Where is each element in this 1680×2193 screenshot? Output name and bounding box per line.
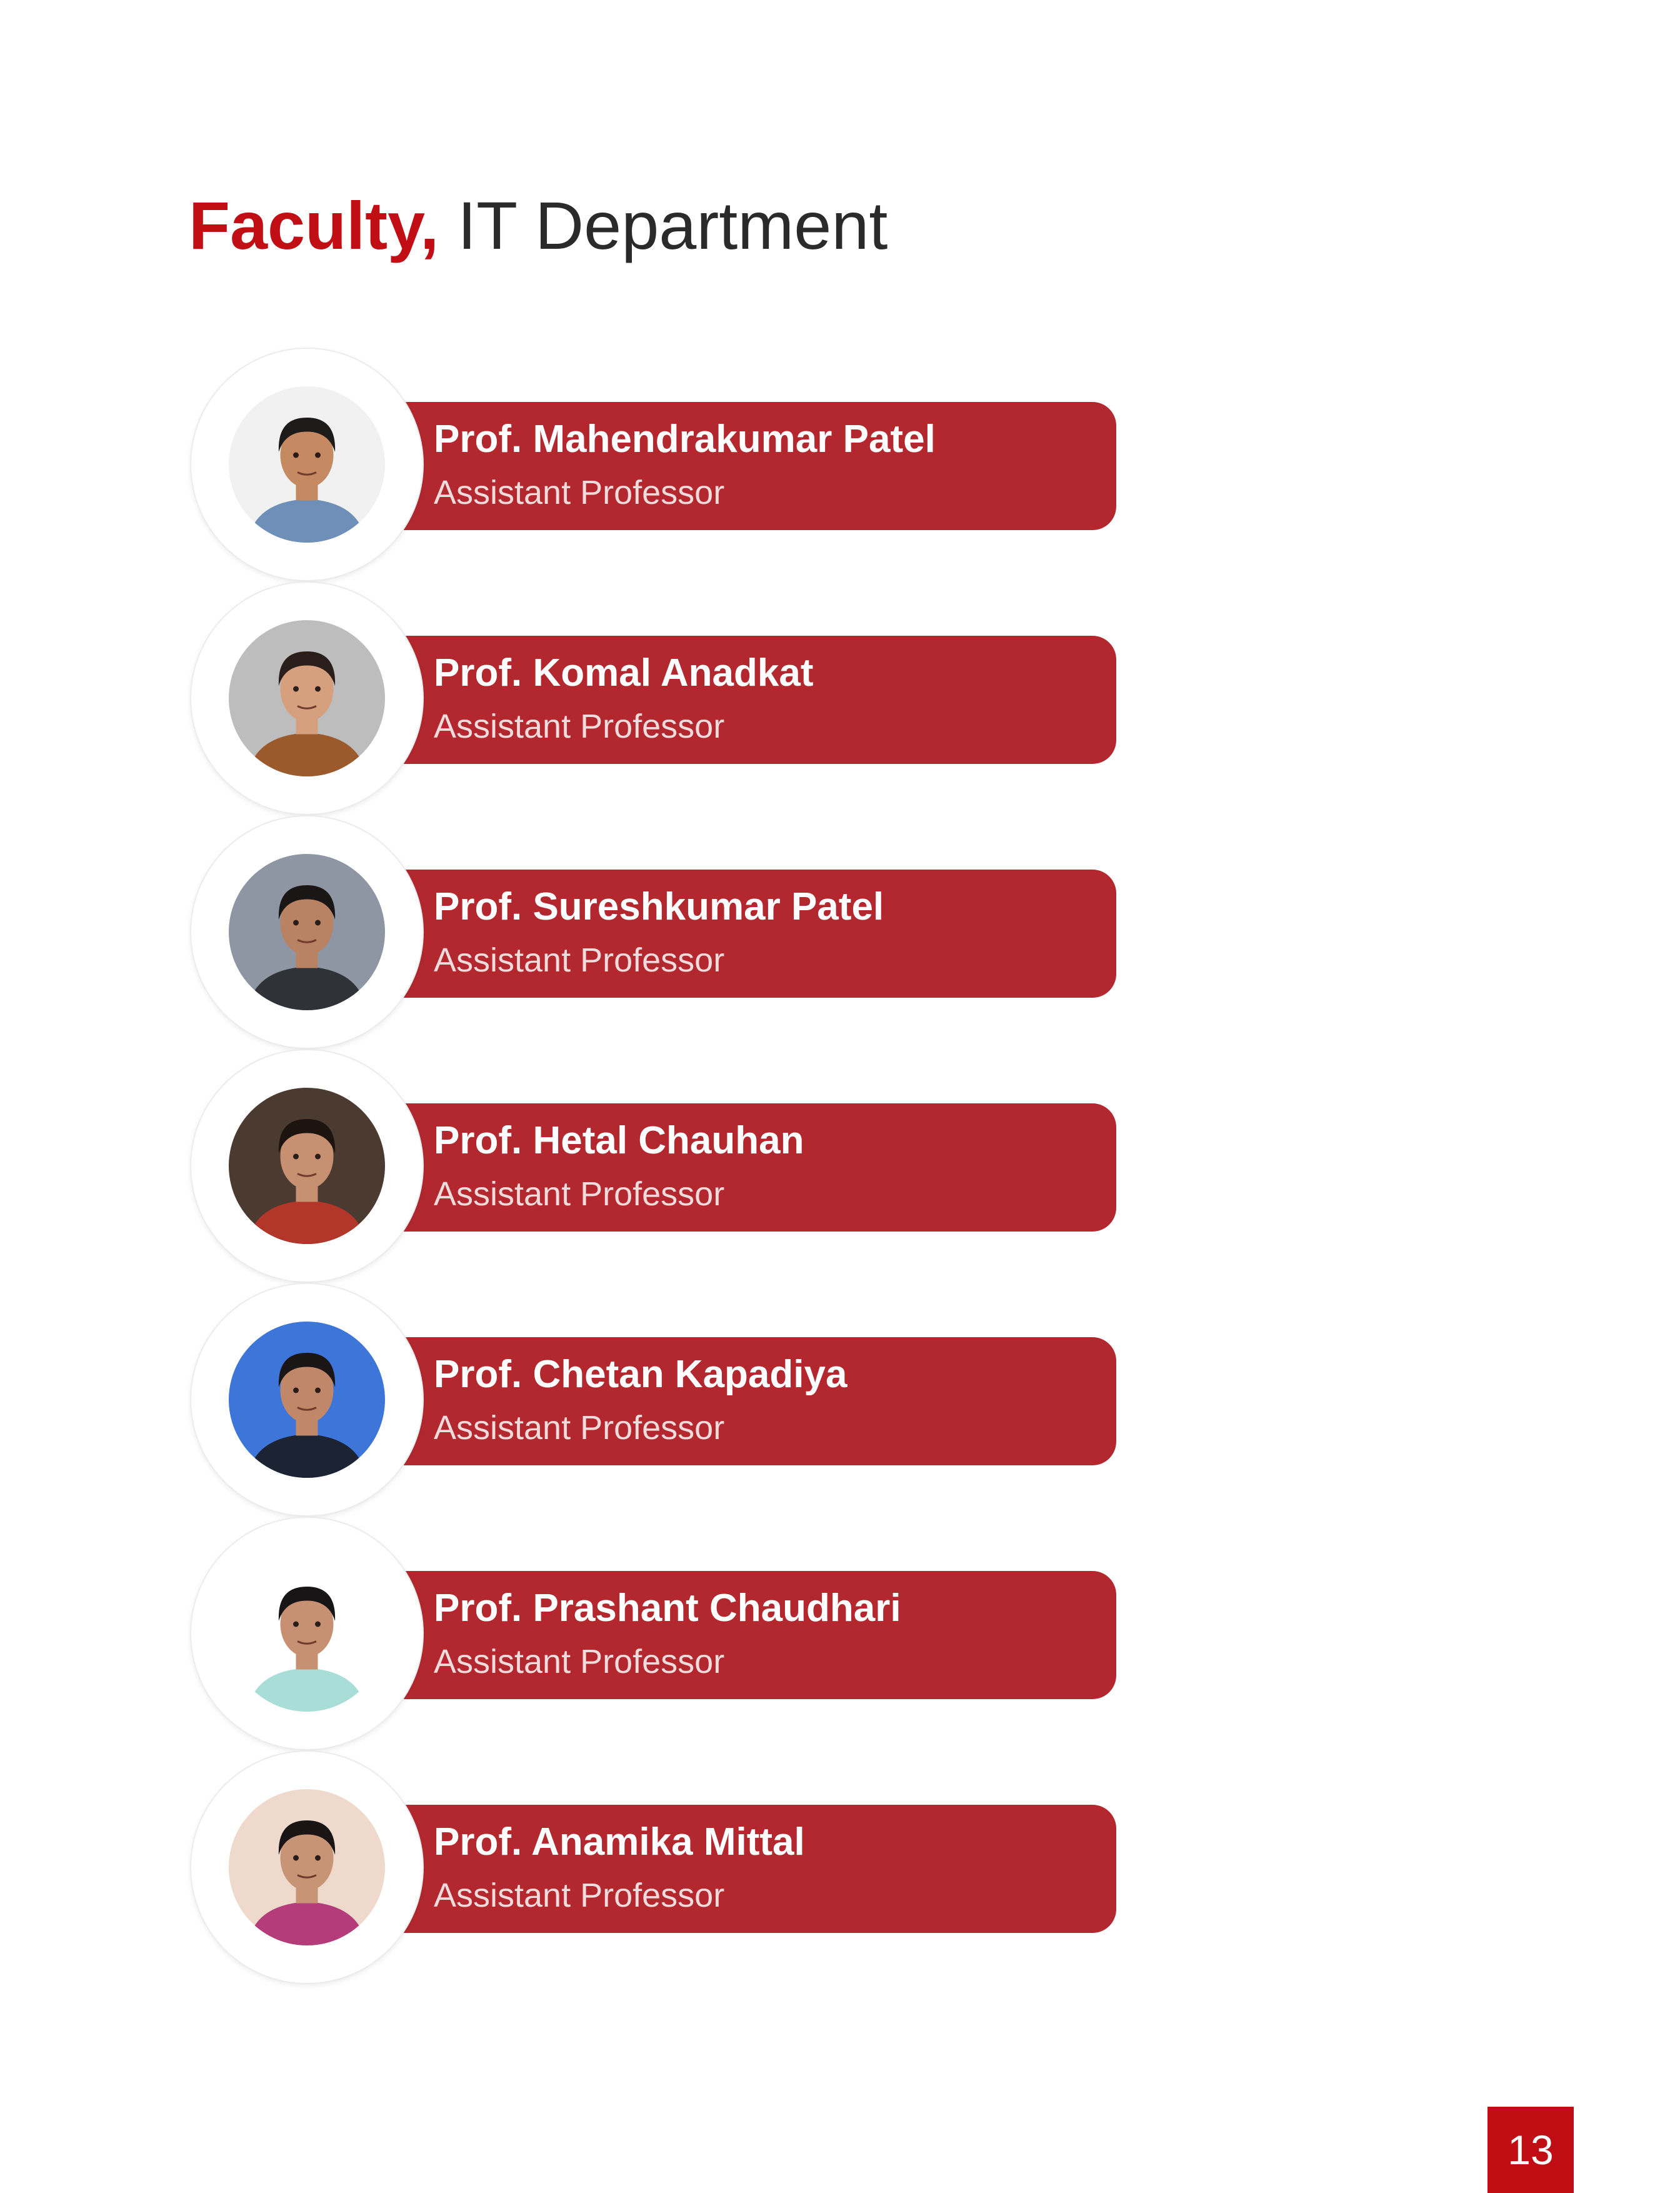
faculty-name: Prof. Prashant Chaudhari bbox=[434, 1587, 901, 1630]
faculty-card-banner: Prof. Sureshkumar Patel Assistant Profes… bbox=[404, 870, 1116, 998]
faculty-photo bbox=[229, 386, 385, 543]
faculty-card-banner: Prof. Chetan Kapadiya Assistant Professo… bbox=[404, 1337, 1116, 1465]
faculty-list: Prof. Mahendrakumar Patel Assistant Prof… bbox=[191, 349, 1116, 1985]
faculty-photo-frame bbox=[191, 349, 422, 580]
portrait-illustration bbox=[229, 1088, 385, 1244]
faculty-photo bbox=[229, 1322, 385, 1478]
page-title-highlight: Faculty, bbox=[189, 188, 439, 263]
faculty-photo-frame bbox=[191, 1518, 422, 1749]
portrait-illustration bbox=[229, 1555, 385, 1712]
faculty-role: Assistant Professor bbox=[434, 474, 725, 511]
faculty-photo bbox=[229, 1555, 385, 1712]
page-title-department: IT Department bbox=[439, 188, 888, 263]
faculty-role: Assistant Professor bbox=[434, 1877, 725, 1914]
faculty-card: Prof. Sureshkumar Patel Assistant Profes… bbox=[191, 816, 1116, 1050]
faculty-card-banner: Prof. Anamika Mittal Assistant Professor bbox=[404, 1805, 1116, 1933]
faculty-card: Prof. Chetan Kapadiya Assistant Professo… bbox=[191, 1284, 1116, 1518]
portrait-illustration bbox=[229, 620, 385, 776]
faculty-name: Prof. Komal Anadkat bbox=[434, 651, 814, 695]
faculty-photo-frame bbox=[191, 1752, 422, 1983]
portrait-illustration bbox=[229, 1322, 385, 1478]
faculty-role: Assistant Professor bbox=[434, 1409, 725, 1447]
faculty-card-banner: Prof. Komal Anadkat Assistant Professor bbox=[404, 636, 1116, 764]
faculty-photo-frame bbox=[191, 583, 422, 814]
page-title: Faculty, IT Department bbox=[189, 185, 888, 266]
portrait-illustration bbox=[229, 1789, 385, 1945]
faculty-photo bbox=[229, 620, 385, 776]
faculty-card-banner: Prof. Mahendrakumar Patel Assistant Prof… bbox=[404, 402, 1116, 530]
faculty-role: Assistant Professor bbox=[434, 1643, 725, 1680]
faculty-role: Assistant Professor bbox=[434, 941, 725, 979]
faculty-card: Prof. Anamika Mittal Assistant Professor bbox=[191, 1752, 1116, 1985]
faculty-name: Prof. Chetan Kapadiya bbox=[434, 1353, 848, 1396]
faculty-role: Assistant Professor bbox=[434, 708, 725, 745]
faculty-photo-frame bbox=[191, 1050, 422, 1282]
faculty-photo-frame bbox=[191, 816, 422, 1048]
faculty-role: Assistant Professor bbox=[434, 1175, 725, 1213]
portrait-illustration bbox=[229, 386, 385, 543]
faculty-card-banner: Prof. Prashant Chaudhari Assistant Profe… bbox=[404, 1571, 1116, 1699]
faculty-card: Prof. Hetal Chauhan Assistant Professor bbox=[191, 1050, 1116, 1284]
page-number: 13 bbox=[1488, 2107, 1574, 2193]
faculty-card-banner: Prof. Hetal Chauhan Assistant Professor bbox=[404, 1103, 1116, 1232]
faculty-photo bbox=[229, 1789, 385, 1945]
faculty-photo bbox=[229, 854, 385, 1010]
faculty-name: Prof. Sureshkumar Patel bbox=[434, 885, 884, 928]
faculty-card: Prof. Mahendrakumar Patel Assistant Prof… bbox=[191, 349, 1116, 583]
faculty-name: Prof. Mahendrakumar Patel bbox=[434, 418, 936, 461]
faculty-card: Prof. Prashant Chaudhari Assistant Profe… bbox=[191, 1518, 1116, 1752]
portrait-illustration bbox=[229, 854, 385, 1010]
faculty-photo bbox=[229, 1088, 385, 1244]
faculty-name: Prof. Anamika Mittal bbox=[434, 1820, 805, 1864]
faculty-photo-frame bbox=[191, 1284, 422, 1515]
faculty-name: Prof. Hetal Chauhan bbox=[434, 1119, 804, 1162]
faculty-card: Prof. Komal Anadkat Assistant Professor bbox=[191, 583, 1116, 816]
